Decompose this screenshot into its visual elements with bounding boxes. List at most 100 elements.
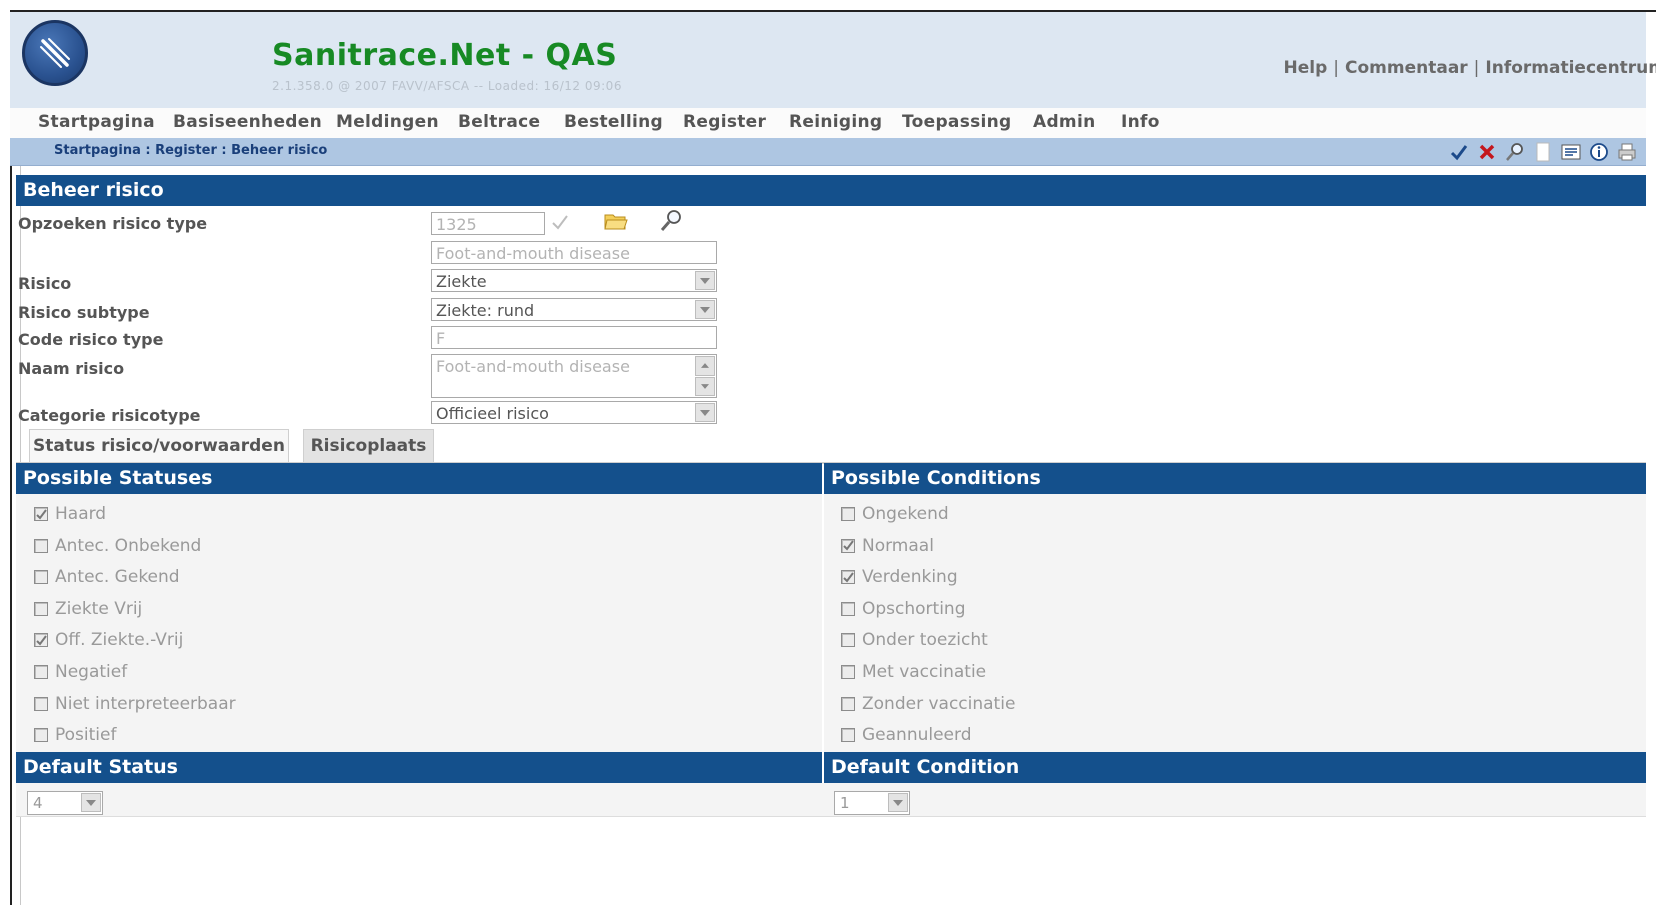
possible-conditions-heading: Possible Conditions [824,463,1646,494]
help-link[interactable]: Help [1284,58,1328,78]
checkbox[interactable] [34,696,48,711]
chevron-down-icon[interactable] [695,300,715,319]
code-label: Code risico type [18,330,164,349]
tools-icon [40,38,70,68]
close-icon[interactable] [1476,141,1498,163]
chevron-down-icon[interactable] [888,793,908,812]
default-status-select[interactable]: 4 [27,791,103,815]
status-option[interactable]: Ziekte Vrij [34,598,142,620]
status-option[interactable]: Haard [34,503,106,525]
condition-option[interactable]: Onder toezicht [841,629,988,651]
top-links: Help | Commentaar | Informatiecentrum [1284,58,1656,78]
checkbox[interactable] [34,570,48,585]
validate-check-icon[interactable] [551,213,569,235]
informatiecentrum-link[interactable]: Informatiecentrum [1485,58,1656,78]
checkbox[interactable] [34,538,48,553]
menu-admin[interactable]: Admin [1033,112,1095,132]
tab-status-risico[interactable]: Status risico/voorwaarden [29,429,289,463]
checkbox[interactable] [841,633,855,648]
scroll-down-icon[interactable] [695,376,715,396]
naam-textarea-value: Foot-and-mouth disease [436,357,630,376]
checkbox[interactable] [841,728,855,743]
defaults-panel [16,783,1646,817]
app-version: 2.1.358.0 @ 2007 FAVV/AFSCA -- Loaded: 1… [272,79,622,93]
chevron-down-icon[interactable] [695,271,715,290]
checkbox[interactable] [34,507,48,521]
checkbox[interactable] [34,728,48,743]
categorie-select[interactable]: Officieel risico [431,401,717,424]
menu-startpagina[interactable]: Startpagina [38,112,155,132]
checkbox[interactable] [34,665,48,679]
condition-option[interactable]: Verdenking [841,566,958,588]
condition-option[interactable]: Opschorting [841,598,966,620]
checkmark-icon [35,508,47,520]
app-logo [22,20,88,86]
textarea-scroller[interactable] [695,356,715,396]
menu-basiseenheden[interactable]: Basiseenheden [173,112,322,132]
checkbox[interactable] [34,633,48,648]
condition-option[interactable]: Normaal [841,535,934,557]
condition-option[interactable]: Zonder vaccinatie [841,693,1015,715]
new-document-icon[interactable] [1532,141,1554,163]
checkbox[interactable] [841,570,855,585]
main-menu: Startpagina Basiseenheden Meldingen Belt… [10,108,1646,138]
menu-meldingen[interactable]: Meldingen [336,112,439,132]
chevron-down-icon[interactable] [695,403,715,422]
status-panel [16,464,1646,754]
breadcrumb[interactable]: Startpagina : Register : Beheer risico [54,143,327,158]
default-condition-heading: Default Condition [824,752,1646,783]
checkbox[interactable] [841,507,855,521]
condition-option[interactable]: Geannuleerd [841,724,972,746]
status-label: Negatief [55,662,128,682]
list-view-icon[interactable] [1560,141,1582,163]
checkmark-icon [842,540,854,551]
risico-select[interactable]: Ziekte [431,269,717,292]
condition-label: Opschorting [862,598,966,619]
risico-select-value: Ziekte [436,272,487,291]
status-option[interactable]: Negatief [34,661,127,683]
menu-info[interactable]: Info [1121,112,1160,132]
check-icon[interactable] [1448,141,1470,163]
scroll-up-icon[interactable] [695,356,715,376]
lookup-search-icon[interactable] [660,208,684,236]
condition-option[interactable]: Met vaccinatie [841,661,986,683]
menu-bestelling[interactable]: Bestelling [564,112,663,132]
checkbox[interactable] [841,696,855,711]
search-icon[interactable] [1504,141,1526,163]
condition-label: Verdenking [862,567,958,588]
status-option[interactable]: Off. Ziekte.-Vrij [34,629,183,651]
menu-register[interactable]: Register [683,112,766,132]
possible-statuses-heading: Possible Statuses [16,463,822,494]
default-condition-select[interactable]: 1 [834,791,910,815]
menu-reiniging[interactable]: Reiniging [789,112,882,132]
status-option[interactable]: Antec. Gekend [34,566,180,588]
tab-risicoplaats[interactable]: Risicoplaats [303,429,434,463]
checkbox[interactable] [34,601,48,616]
subtype-select[interactable]: Ziekte: rund [431,298,717,321]
condition-label: Ongekend [862,504,949,524]
status-option[interactable]: Positief [34,724,116,746]
status-label: Positief [55,725,117,746]
chevron-down-icon[interactable] [81,793,101,812]
status-option[interactable]: Antec. Onbekend [34,535,201,557]
open-folder-icon[interactable] [604,211,628,235]
menu-toepassing[interactable]: Toepassing [902,112,1012,132]
condition-label: Met vaccinatie [862,662,987,682]
checkbox[interactable] [841,601,855,616]
naam-textarea[interactable]: Foot-and-mouth disease [431,354,717,398]
status-option[interactable]: Niet interpreteerbaar [34,693,236,715]
menu-beltrace[interactable]: Beltrace [458,112,540,132]
categorie-label: Categorie risicotype [18,406,201,425]
checkbox[interactable] [841,665,855,679]
status-label: Antec. Onbekend [55,535,202,556]
status-label: Off. Ziekte.-Vrij [55,630,184,651]
status-label: Haard [55,504,107,524]
print-icon[interactable] [1616,141,1638,163]
checkbox[interactable] [841,538,855,553]
condition-option[interactable]: Ongekend [841,503,949,525]
lookup-code-input[interactable]: 1325 [431,212,545,235]
info-icon[interactable] [1588,141,1610,163]
code-input[interactable]: F [431,326,717,349]
commentaar-link[interactable]: Commentaar [1345,58,1468,78]
status-label: Niet interpreteerbaar [55,693,236,714]
